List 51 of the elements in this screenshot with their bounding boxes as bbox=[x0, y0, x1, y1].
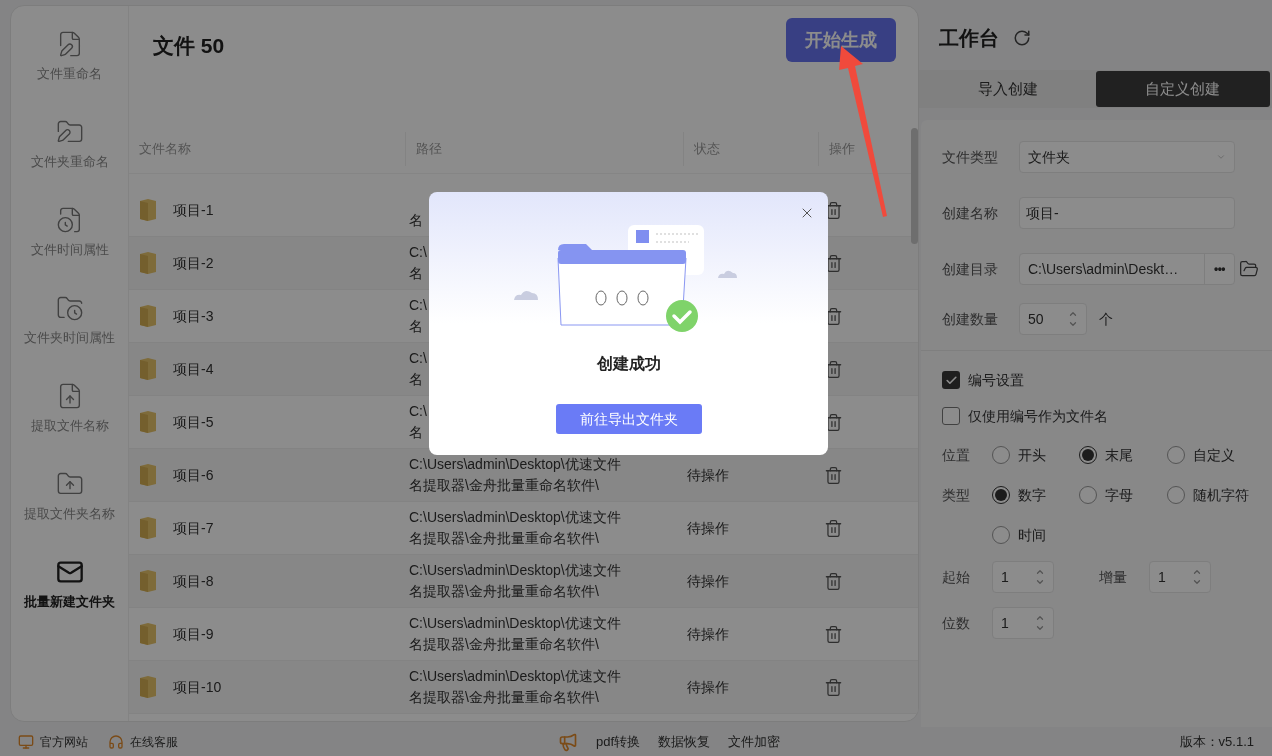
field-label: 文件类型 bbox=[942, 147, 999, 167]
status-text: 待操作 bbox=[687, 679, 729, 695]
field-label: 创建数量 bbox=[942, 309, 999, 329]
file-name: 项目-3 bbox=[173, 306, 214, 326]
field-label: 创建目录 bbox=[942, 259, 999, 279]
path-text: 名提取器\金舟批量重命名软件\ bbox=[409, 529, 599, 548]
path-text: 名 bbox=[409, 264, 423, 283]
path-text: 名 bbox=[409, 317, 423, 336]
file-name: 项目-7 bbox=[173, 518, 214, 538]
workbench-title: 工作台 bbox=[939, 26, 999, 51]
path-text: 名提取器\金舟批量重命名软件\ bbox=[409, 582, 599, 601]
checkbox-label: 仅使用编号作为文件名 bbox=[968, 406, 1108, 426]
path-text: C:\Users\admin\Desktop\优速文件 bbox=[409, 614, 621, 633]
path-text: 名提取器\金舟批量重命名软件\ bbox=[409, 688, 599, 707]
group-label: 位置 bbox=[942, 446, 971, 465]
path-text: C:\ bbox=[409, 243, 427, 262]
file-name: 项目-10 bbox=[173, 677, 222, 697]
file-name: 项目-4 bbox=[173, 359, 214, 379]
dialog-title: 创建成功 bbox=[596, 354, 661, 374]
path-text: C:\Users\admin\Desktop\优速文件 bbox=[409, 508, 621, 527]
file-name: 项目-2 bbox=[173, 253, 214, 273]
field-label: 增量 bbox=[1099, 567, 1128, 587]
path-text: C:\ bbox=[409, 402, 427, 421]
path-text: C:\Users\admin\Desktop\优速文件 bbox=[409, 561, 621, 580]
path-text: C:\Users\admin\Desktop\优速文件 bbox=[409, 455, 621, 474]
path-text: C:\Users\admin\Desktop\优速文件 bbox=[409, 667, 621, 686]
field-label: 位数 bbox=[942, 613, 971, 633]
field-label: 创建名称 bbox=[942, 203, 999, 223]
path-text: C:\ bbox=[409, 296, 427, 315]
file-name: 项目-6 bbox=[173, 465, 214, 485]
status-text: 待操作 bbox=[687, 573, 729, 589]
path-text: 名 bbox=[409, 211, 423, 230]
file-name: 项目-1 bbox=[173, 200, 214, 220]
path-text: 名提取器\金舟批量重命名软件\ bbox=[409, 635, 599, 654]
path-text: C:\ bbox=[409, 349, 427, 368]
unit-label: 个 bbox=[1099, 309, 1113, 329]
path-text: 名 bbox=[409, 423, 423, 442]
column-header: 文件名称 bbox=[138, 139, 192, 158]
status-text: 待操作 bbox=[687, 467, 729, 483]
field-label: 起始 bbox=[942, 567, 971, 587]
path-text: 名提取器\金舟批量重命名软件\ bbox=[409, 476, 599, 495]
version-text: 版本：v5.1.1 bbox=[1179, 732, 1254, 751]
status-text: 待操作 bbox=[687, 520, 729, 536]
checkbox-label: 编号设置 bbox=[968, 370, 1024, 390]
group-label: 类型 bbox=[942, 486, 971, 505]
file-name: 项目-5 bbox=[173, 412, 214, 432]
file-count-title: 文件 50 bbox=[153, 33, 225, 59]
status-text: 待操作 bbox=[687, 626, 729, 642]
file-name: 项目-8 bbox=[173, 571, 214, 591]
path-text: 名 bbox=[409, 370, 423, 389]
file-name: 项目-9 bbox=[173, 624, 214, 644]
